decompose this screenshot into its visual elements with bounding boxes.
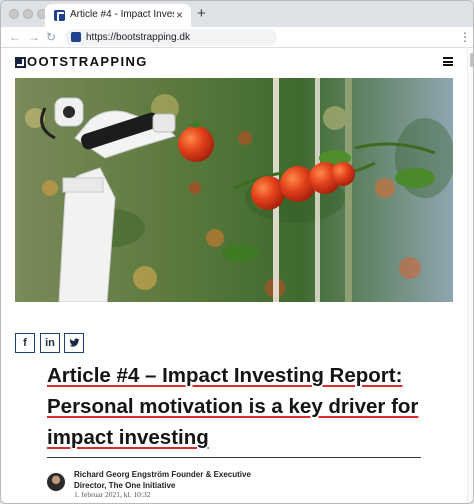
tab-title: Article #4 - Impact Investing R xyxy=(70,9,174,20)
headline-line-1[interactable]: Article #4 – Impact Investing Report: xyxy=(47,364,402,387)
browser-toolbar: ← → ↻ https://bootstrapping.dk ⋮ xyxy=(1,27,473,48)
headline-line-3[interactable]: impact investing xyxy=(47,426,209,449)
author-line-1: Richard Georg Engström Founder & Executi… xyxy=(74,470,251,479)
browser-window: Article #4 - Impact Investing R × + ← → … xyxy=(0,0,474,504)
share-twitter-button[interactable] xyxy=(64,333,84,353)
back-button[interactable]: ← xyxy=(9,29,21,45)
site-logo[interactable]: OOTSTRAPPING xyxy=(15,54,148,70)
author-avatar xyxy=(47,473,65,491)
publish-date: 1. februar 2021, kl. 10:32 xyxy=(74,490,151,499)
site-favicon-icon xyxy=(71,32,81,42)
tab-article[interactable]: Article #4 - Impact Investing R × xyxy=(45,4,191,27)
forward-button[interactable]: → xyxy=(28,29,40,45)
tab-strip: Article #4 - Impact Investing R × + xyxy=(1,1,473,27)
page-scrollbar[interactable] xyxy=(467,49,473,503)
page-viewport: OOTSTRAPPING f in Article #4 – Impact In… xyxy=(1,49,467,503)
tab-close-icon[interactable]: × xyxy=(176,8,183,22)
scrollbar-thumb[interactable] xyxy=(470,53,473,67)
close-window-button[interactable] xyxy=(9,9,19,19)
hero-image xyxy=(15,78,453,302)
twitter-bird-icon xyxy=(68,338,80,347)
browser-menu-icon[interactable]: ⋮ xyxy=(459,29,471,45)
new-tab-button[interactable]: + xyxy=(197,5,206,22)
url-text: https://bootstrapping.dk xyxy=(86,32,190,43)
article-headline[interactable]: Article #4 – Impact Investing Report: Pe… xyxy=(47,360,427,453)
minimize-window-button[interactable] xyxy=(23,9,33,19)
logo-text: OOTSTRAPPING xyxy=(27,54,148,69)
site-favicon-icon xyxy=(54,10,65,21)
headline-line-2[interactable]: Personal motivation is a key driver for xyxy=(47,395,418,418)
share-facebook-button[interactable]: f xyxy=(15,333,35,353)
share-linkedin-button[interactable]: in xyxy=(40,333,60,353)
address-bar[interactable]: https://bootstrapping.dk xyxy=(65,29,277,46)
logo-b-icon xyxy=(15,56,26,68)
author-byline: Richard Georg Engström Founder & Executi… xyxy=(74,469,374,491)
divider xyxy=(47,457,421,458)
reload-button[interactable]: ↻ xyxy=(46,29,56,45)
hamburger-menu-icon[interactable] xyxy=(443,57,453,66)
